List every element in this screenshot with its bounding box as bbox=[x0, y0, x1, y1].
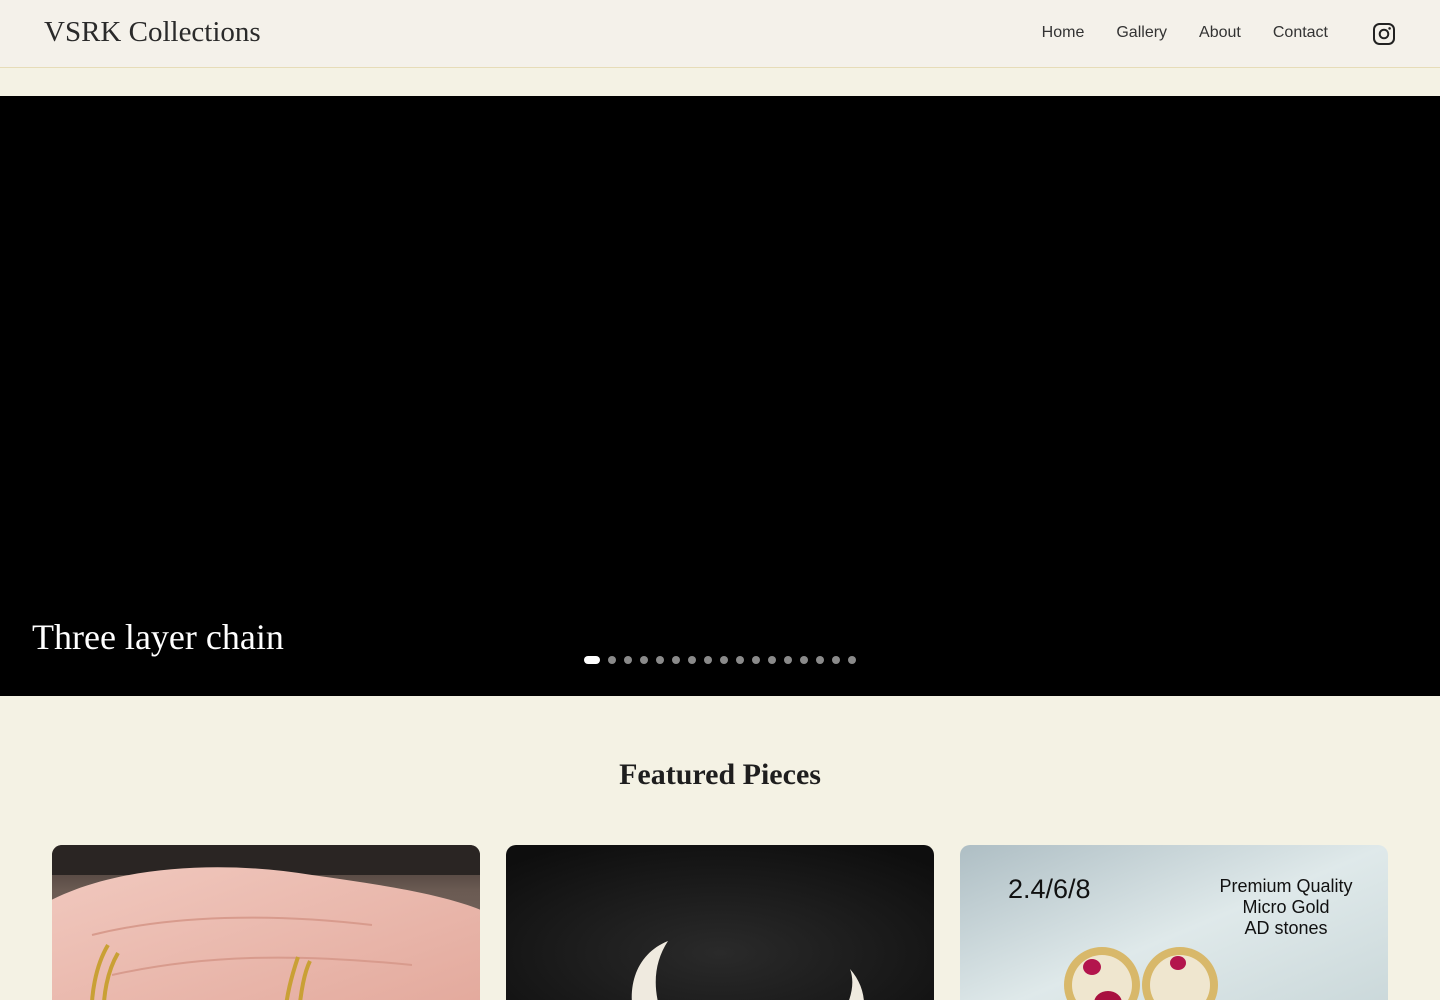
site-header: VSRK Collections Home Gallery About Cont… bbox=[0, 0, 1440, 68]
slider-dot-4[interactable] bbox=[640, 656, 648, 664]
slider-dot-8[interactable] bbox=[704, 656, 712, 664]
slider-dot-10[interactable] bbox=[736, 656, 744, 664]
card-stones-text: AD stones bbox=[1244, 918, 1327, 938]
hero-slider[interactable]: Three layer chain bbox=[0, 96, 1440, 696]
nav-about[interactable]: About bbox=[1199, 24, 1241, 42]
slider-dot-16[interactable] bbox=[832, 656, 840, 664]
slider-dot-2[interactable] bbox=[608, 656, 616, 664]
card-size-text: 2.4/6/8 bbox=[1008, 874, 1091, 904]
slider-dot-14[interactable] bbox=[800, 656, 808, 664]
slider-dot-12[interactable] bbox=[768, 656, 776, 664]
slider-dots bbox=[584, 656, 856, 664]
slider-dot-17[interactable] bbox=[848, 656, 856, 664]
slider-dot-15[interactable] bbox=[816, 656, 824, 664]
nav-contact[interactable]: Contact bbox=[1273, 24, 1328, 42]
white-pendant-image bbox=[506, 845, 934, 1000]
featured-card-3[interactable]: 2.4/6/8 Premium Quality Micro Gold AD st… bbox=[960, 845, 1388, 1000]
gold-chain-image bbox=[52, 845, 480, 1000]
card-quality-text: Premium Quality bbox=[1219, 876, 1352, 896]
main-nav: Home Gallery About Contact bbox=[1042, 24, 1328, 42]
slider-dot-11[interactable] bbox=[752, 656, 760, 664]
slider-dot-6[interactable] bbox=[672, 656, 680, 664]
slide-caption: Three layer chain bbox=[32, 617, 284, 657]
slider-dot-13[interactable] bbox=[784, 656, 792, 664]
nav-home[interactable]: Home bbox=[1042, 24, 1085, 42]
card-material-text: Micro Gold bbox=[1242, 897, 1329, 917]
slider-dot-5[interactable] bbox=[656, 656, 664, 664]
featured-title: Featured Pieces bbox=[619, 758, 821, 791]
instagram-icon[interactable] bbox=[1372, 22, 1396, 46]
ruby-earrings-image: 2.4/6/8 Premium Quality Micro Gold AD st… bbox=[960, 845, 1388, 1000]
featured-card-1[interactable] bbox=[52, 845, 480, 1000]
slider-dot-1[interactable] bbox=[584, 656, 600, 664]
brand-logo[interactable]: VSRK Collections bbox=[44, 16, 261, 49]
nav-gallery[interactable]: Gallery bbox=[1116, 24, 1167, 42]
featured-card-2[interactable] bbox=[506, 845, 934, 1000]
slider-dot-7[interactable] bbox=[688, 656, 696, 664]
slider-dot-3[interactable] bbox=[624, 656, 632, 664]
slider-dot-9[interactable] bbox=[720, 656, 728, 664]
